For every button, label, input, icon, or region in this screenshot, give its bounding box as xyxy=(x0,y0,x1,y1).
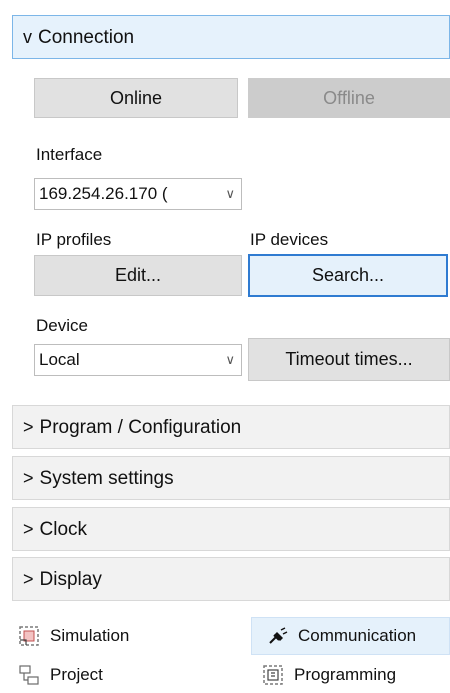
nav-programming[interactable]: Programming xyxy=(262,660,450,690)
edit-ip-profiles-button[interactable]: Edit... xyxy=(34,255,242,296)
device-select-value: Local xyxy=(39,350,80,369)
search-ip-devices-button[interactable]: Search... xyxy=(248,254,448,297)
chevron-down-icon: v xyxy=(23,27,32,47)
system-settings-section-header[interactable]: > System settings xyxy=(12,456,450,500)
ip-profiles-label: IP profiles xyxy=(36,230,112,249)
clock-section-header[interactable]: > Clock xyxy=(12,507,450,551)
chevron-down-icon: ∨ xyxy=(225,352,235,367)
section-label: System settings xyxy=(39,468,174,489)
display-section-header[interactable]: > Display xyxy=(12,557,450,601)
interface-label: Interface xyxy=(36,145,103,164)
nav-programming-label: Programming xyxy=(294,665,397,684)
interface-select[interactable]: 169.254.26.170 ( ∨ xyxy=(34,178,242,210)
connection-panel: v Connection Online Offline Interface 169… xyxy=(0,0,450,693)
chevron-right-icon: > xyxy=(23,468,34,488)
nav-project-label: Project xyxy=(50,665,103,684)
programming-icon xyxy=(262,664,284,686)
online-button[interactable]: Online xyxy=(34,78,238,118)
project-tree-icon xyxy=(18,664,40,686)
device-select[interactable]: Local ∨ xyxy=(34,344,242,376)
chevron-down-icon: ∨ xyxy=(225,186,235,201)
chevron-right-icon: > xyxy=(23,569,34,589)
program-configuration-section-header[interactable]: > Program / Configuration xyxy=(12,405,450,449)
nav-project[interactable]: Project xyxy=(18,660,238,690)
device-label: Device xyxy=(36,316,88,335)
connection-section-header[interactable]: v Connection xyxy=(12,15,450,59)
interface-select-value: 169.254.26.170 ( xyxy=(39,184,168,203)
communication-plug-icon xyxy=(266,625,288,647)
section-label: Display xyxy=(39,569,102,590)
chevron-right-icon: > xyxy=(23,519,34,539)
connection-body: Online Offline Interface 169.254.26.170 … xyxy=(12,59,450,399)
section-label: Clock xyxy=(39,519,88,540)
connection-header-label: Connection xyxy=(38,27,135,48)
ip-devices-label: IP devices xyxy=(250,230,329,249)
nav-communication[interactable]: Communication xyxy=(251,617,450,655)
simulation-icon xyxy=(18,625,40,647)
nav-communication-label: Communication xyxy=(298,626,417,645)
nav-simulation-label: Simulation xyxy=(50,626,130,645)
nav-simulation[interactable]: Simulation xyxy=(18,619,238,653)
section-label: Program / Configuration xyxy=(39,417,242,438)
offline-button[interactable]: Offline xyxy=(248,78,450,118)
chevron-right-icon: > xyxy=(23,417,34,437)
timeout-times-button[interactable]: Timeout times... xyxy=(248,338,450,381)
